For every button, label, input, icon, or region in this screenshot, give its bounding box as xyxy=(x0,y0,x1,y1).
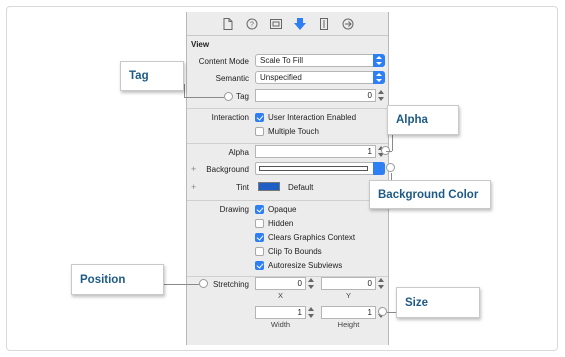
interaction-label: Interaction xyxy=(211,113,249,122)
user-interaction-label: User Interaction Enabled xyxy=(268,113,357,122)
background-color-well[interactable] xyxy=(255,162,385,175)
stretch-width-field[interactable]: 1 xyxy=(255,306,306,319)
alpha-label: Alpha xyxy=(228,148,249,157)
section-title: View xyxy=(191,40,210,49)
multiple-touch-label: Multiple Touch xyxy=(268,127,319,136)
help-icon[interactable]: ? xyxy=(244,16,260,32)
background-circle-marker xyxy=(386,163,395,172)
alpha-connector xyxy=(386,151,392,152)
autoresize-checkbox[interactable] xyxy=(255,261,264,270)
stretch-height-field[interactable]: 1 xyxy=(321,306,376,319)
content-mode-value: Scale To Fill xyxy=(260,56,303,65)
attributes-icon[interactable] xyxy=(292,16,308,32)
color-preview xyxy=(259,166,368,171)
stretching-circle-marker xyxy=(199,279,208,288)
user-interaction-checkbox[interactable] xyxy=(255,113,264,122)
clip-bounds-label: Clip To Bounds xyxy=(268,247,322,256)
stretch-y-stepper[interactable] xyxy=(378,277,385,290)
tag-label: Tag xyxy=(236,92,249,101)
popup-arrows-icon xyxy=(373,162,385,175)
stretch-x-field[interactable]: 0 xyxy=(255,277,306,290)
height-label: Height xyxy=(337,320,360,329)
tint-swatch[interactable] xyxy=(258,182,280,191)
identity-icon[interactable] xyxy=(268,16,284,32)
divider xyxy=(187,200,388,201)
add-variation-icon[interactable]: + xyxy=(191,182,196,192)
stretch-x-stepper[interactable] xyxy=(308,277,315,290)
stretching-label: Stretching xyxy=(212,280,249,289)
alpha-callout: Alpha xyxy=(387,105,459,135)
tag-stepper[interactable] xyxy=(378,89,385,102)
attributes-inspector: ? View Content Mode Scale To Fill Semant… xyxy=(186,12,389,345)
size-callout: Size xyxy=(396,287,480,318)
tint-value[interactable]: Default xyxy=(288,183,313,192)
background-label: Background xyxy=(206,165,249,174)
position-callout: Position xyxy=(71,264,164,295)
opaque-label: Opaque xyxy=(268,205,297,214)
divider xyxy=(187,108,388,109)
size-circle-marker xyxy=(378,307,387,316)
width-label: Width xyxy=(270,320,291,329)
connections-icon[interactable] xyxy=(340,16,356,32)
file-icon[interactable] xyxy=(220,16,236,32)
svg-text:?: ? xyxy=(250,21,254,28)
hidden-label: Hidden xyxy=(268,219,294,228)
stretch-width-stepper[interactable] xyxy=(308,306,315,319)
tint-label: Tint xyxy=(235,183,249,192)
tag-callout: Tag xyxy=(120,61,184,91)
hidden-checkbox[interactable] xyxy=(255,219,264,228)
popup-arrows-icon xyxy=(373,54,385,67)
content-mode-label: Content Mode xyxy=(198,57,249,66)
inspector-toolbar: ? xyxy=(187,12,388,36)
divider xyxy=(187,143,388,144)
tag-connector xyxy=(184,97,224,98)
semantic-value: Unspecified xyxy=(260,73,302,82)
y-label: Y xyxy=(345,291,351,300)
add-variation-icon[interactable]: + xyxy=(191,164,196,174)
alpha-field[interactable]: 1 xyxy=(255,145,376,158)
semantic-popup[interactable]: Unspecified xyxy=(255,71,385,84)
opaque-checkbox[interactable] xyxy=(255,205,264,214)
stretch-y-field[interactable]: 0 xyxy=(321,277,376,290)
clip-bounds-checkbox[interactable] xyxy=(255,247,264,256)
multiple-touch-checkbox[interactable] xyxy=(255,127,264,136)
autoresize-label: Autoresize Subviews xyxy=(268,261,343,270)
alpha-connector xyxy=(392,134,393,151)
clears-graphics-checkbox[interactable] xyxy=(255,233,264,242)
size-icon[interactable] xyxy=(316,16,332,32)
content-mode-popup[interactable]: Scale To Fill xyxy=(255,54,385,67)
tag-field[interactable]: 0 xyxy=(255,89,376,102)
drawing-label: Drawing xyxy=(219,205,249,214)
popup-arrows-icon xyxy=(373,71,385,84)
position-connector xyxy=(163,284,199,285)
background-color-callout: Background Color xyxy=(369,180,491,209)
tag-circle-marker xyxy=(224,92,233,101)
semantic-label: Semantic xyxy=(215,74,249,83)
tag-connector xyxy=(184,84,185,97)
clears-graphics-label: Clears Graphics Context xyxy=(268,233,356,242)
x-label: X xyxy=(277,291,283,300)
